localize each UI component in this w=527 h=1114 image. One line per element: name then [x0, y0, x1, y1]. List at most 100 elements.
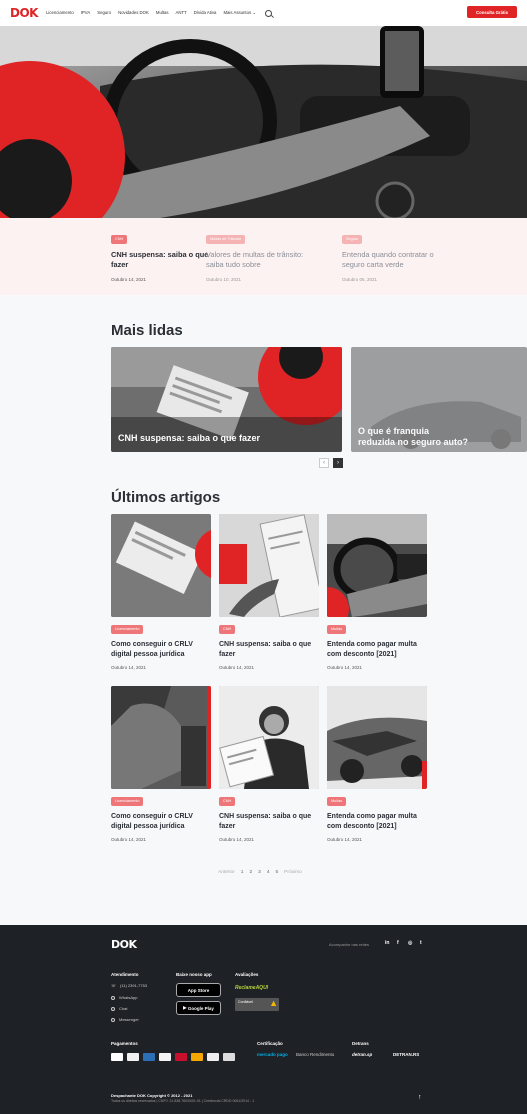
- ultimos-artigos-heading: Últimos artigos: [111, 489, 221, 506]
- mais-lidas-heading: Mais lidas: [111, 322, 183, 339]
- article-image[interactable]: [111, 514, 211, 617]
- messenger-link[interactable]: Messenger: [111, 1017, 139, 1022]
- boleto-icon: [207, 1053, 219, 1061]
- article-card[interactable]: Multas Entenda como pagar multa com desc…: [327, 686, 427, 842]
- category-tag[interactable]: Multas: [327, 625, 347, 634]
- hero-card-3[interactable]: Seguro Entenda quando contratar o seguro…: [342, 227, 452, 282]
- hero-card-date: Outubro 05, 2021: [342, 277, 378, 282]
- article-title[interactable]: Como conseguir o CRLV digital pessoa jur…: [111, 812, 211, 832]
- menu-item-novidades[interactable]: Novidades DOK: [118, 10, 149, 16]
- reclame-aqui-badge[interactable]: ReclameAQUI: [235, 985, 268, 991]
- category-tag[interactable]: Licenciamento: [111, 797, 144, 806]
- menu-item-mais-assuntos[interactable]: Mais Assuntos ⌄: [223, 10, 256, 16]
- affiliate-label: Confiável: [238, 1000, 253, 1004]
- card-caption[interactable]: O que é franquia reduzida no seguro auto…: [358, 426, 468, 448]
- hero-card-2[interactable]: Multas de Trânsito Valores de multas de …: [206, 227, 316, 282]
- hero-card-date: Outubro 10, 2021: [206, 277, 242, 282]
- chat-link[interactable]: Chat: [111, 1006, 127, 1011]
- footer-logo[interactable]: DOK: [111, 938, 137, 951]
- carousel-prev-button[interactable]: ‹: [319, 458, 329, 468]
- category-tag[interactable]: Multas de Trânsito: [206, 235, 246, 244]
- article-date: Outubro 14, 2021: [111, 665, 147, 670]
- hero-card-title[interactable]: CNH suspensa: saiba o que fazer: [111, 250, 221, 270]
- amex-icon: [143, 1053, 155, 1061]
- article-title[interactable]: Entenda como pagar multa com desconto [2…: [327, 812, 427, 832]
- hero-card-title[interactable]: Valores de multas de trânsito: saiba tud…: [206, 250, 316, 270]
- category-tag[interactable]: CNH: [111, 235, 128, 244]
- facebook-icon[interactable]: f: [397, 940, 399, 946]
- chevron-down-icon: ⌄: [252, 10, 256, 15]
- article-card[interactable]: CNH CNH suspensa: saiba o que fazer Outu…: [219, 514, 319, 670]
- article-image[interactable]: [111, 686, 211, 789]
- chat-label: Chat: [119, 1006, 128, 1011]
- app-heading: Baixe nosso app: [176, 972, 212, 977]
- article-card[interactable]: Multas Entenda como pagar multa com desc…: [327, 514, 427, 670]
- mais-lidas-card-1[interactable]: CNH suspensa: saiba o que fazer: [111, 347, 342, 452]
- avaliacoes-heading: Avaliações: [235, 972, 259, 977]
- banco-rendimento-logo: Banco Rendimento: [296, 1052, 335, 1057]
- linkedin-icon[interactable]: in: [385, 940, 389, 946]
- article-date: Outubro 14, 2021: [219, 837, 255, 842]
- menu-item-licenciamento[interactable]: Licenciamento: [46, 10, 74, 16]
- category-tag[interactable]: Seguro: [342, 235, 363, 244]
- article-image[interactable]: [219, 686, 319, 789]
- hero-dashboard-illustration: [0, 26, 527, 218]
- menu-item-divida-ativa[interactable]: Dívida Ativa: [194, 10, 217, 16]
- search-icon[interactable]: [264, 9, 272, 17]
- back-to-top-icon[interactable]: ↑: [418, 1094, 422, 1101]
- pagination-page-5[interactable]: 5: [275, 870, 278, 875]
- atendimento-heading: Atendimento: [111, 972, 139, 977]
- article-title[interactable]: Como conseguir o CRLV digital pessoa jur…: [111, 640, 211, 660]
- whatsapp-link[interactable]: WhatsApp: [111, 995, 137, 1000]
- pagination-prev[interactable]: Anterior: [218, 870, 235, 875]
- category-tag[interactable]: CNH: [219, 797, 236, 806]
- menu-item-antt[interactable]: ANTT: [176, 10, 187, 16]
- article-image[interactable]: [219, 514, 319, 617]
- article-title[interactable]: CNH suspensa: saiba o que fazer: [219, 812, 319, 832]
- pix-icon: [223, 1053, 235, 1061]
- consulta-gratis-button[interactable]: Consulta Grátis: [467, 6, 517, 18]
- menu-item-ipva[interactable]: IPVA: [81, 10, 90, 16]
- article-card[interactable]: Licenciamento Como conseguir o CRLV digi…: [111, 686, 211, 842]
- menu-item-multas[interactable]: Multas: [156, 10, 169, 16]
- app-store-label: App Store: [187, 987, 210, 993]
- hipercard-icon: [175, 1053, 187, 1061]
- article-card[interactable]: Licenciamento Como conseguir o CRLV digi…: [111, 514, 211, 670]
- messenger-icon: [111, 1017, 115, 1022]
- hero-card-title[interactable]: Entenda quando contratar o seguro carta …: [342, 250, 452, 270]
- whatsapp-label: WhatsApp: [119, 995, 138, 1000]
- pagination-page-3[interactable]: 3: [258, 870, 261, 875]
- top-nav: DOK Licenciamento IPVA Seguro Novidades …: [0, 0, 527, 26]
- affiliate-badge[interactable]: Confiável ▲: [235, 998, 279, 1011]
- brand-logo[interactable]: DOK: [10, 6, 42, 20]
- main-menu: Licenciamento IPVA Seguro Novidades DOK …: [46, 10, 263, 16]
- article-title[interactable]: Entenda como pagar multa com desconto [2…: [327, 640, 427, 660]
- article-title[interactable]: CNH suspensa: saiba o que fazer: [219, 640, 319, 660]
- instagram-icon[interactable]: ◎: [408, 940, 412, 946]
- article-date: Outubro 14, 2021: [111, 837, 147, 842]
- article-image[interactable]: [327, 514, 427, 617]
- app-store-button[interactable]: App Store: [176, 983, 221, 997]
- hero-card-date: Outubro 14, 2021: [111, 277, 147, 282]
- google-play-button[interactable]: ▶ Google Play: [176, 1001, 221, 1015]
- card-caption[interactable]: CNH suspensa: saiba o que fazer: [118, 433, 260, 443]
- pagination-next[interactable]: Próximo: [284, 870, 302, 875]
- mais-lidas-card-2[interactable]: O que é franquia reduzida no seguro auto…: [351, 347, 527, 452]
- pagination-page-4[interactable]: 4: [267, 870, 270, 875]
- phone-link[interactable]: ☏ (11) 2391-7753: [111, 983, 147, 988]
- category-tag[interactable]: CNH: [219, 625, 236, 634]
- pagination-page-1[interactable]: 1: [241, 870, 244, 875]
- affiliate-warning-icon: ▲: [269, 998, 278, 1008]
- category-tag[interactable]: Multas: [327, 797, 347, 806]
- phone-label: (11) 2391-7753: [120, 983, 148, 988]
- hero-card-1[interactable]: CNH CNH suspensa: saiba o que fazer Outu…: [111, 227, 221, 282]
- carousel-next-button[interactable]: ›: [333, 458, 343, 468]
- follow-label: Acompanhe nas redes: [329, 942, 370, 947]
- article-image[interactable]: [327, 686, 427, 789]
- twitter-icon[interactable]: t: [420, 940, 422, 946]
- article-card[interactable]: CNH CNH suspensa: saiba o que fazer Outu…: [219, 686, 319, 842]
- phone-icon: ☏: [111, 983, 117, 988]
- pagination-page-2[interactable]: 2: [249, 870, 252, 875]
- category-tag[interactable]: Licenciamento: [111, 625, 144, 634]
- menu-item-seguro[interactable]: Seguro: [97, 10, 111, 16]
